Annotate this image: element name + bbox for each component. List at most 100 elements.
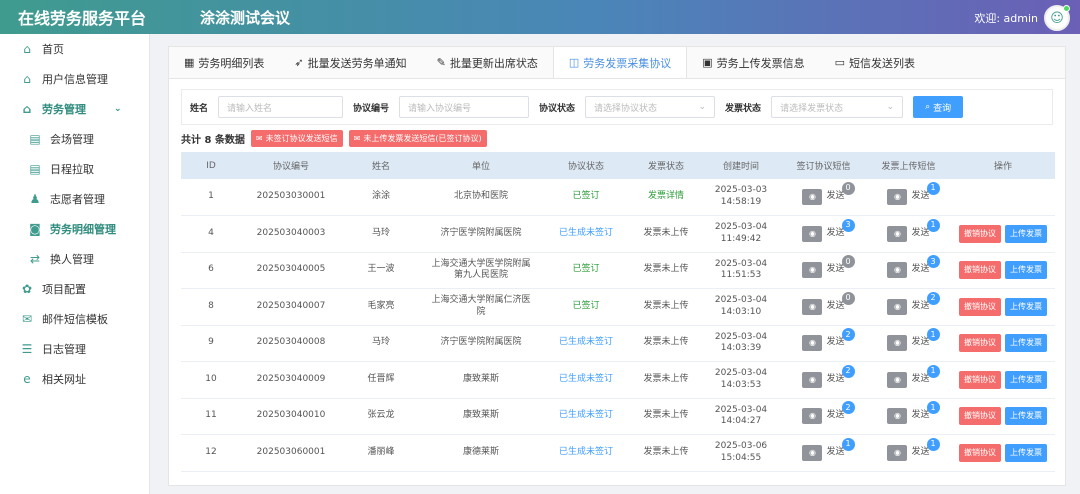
sidebar-item-9[interactable]: ✉ 邮件短信模板	[0, 304, 149, 334]
send-sms-control[interactable]: ◉ 发送 1	[887, 401, 940, 425]
sidebar-item-6[interactable]: ◙ 劳务明细管理	[0, 214, 149, 244]
avatar[interactable]: ☺	[1044, 5, 1070, 31]
sidebar-item-0[interactable]: ⌂ 首页	[0, 34, 149, 64]
eye-icon[interactable]: ◉	[802, 225, 823, 242]
invoice-status-select[interactable]: 请选择发票状态 ⌄	[771, 96, 904, 118]
sidebar-item-label: 日程拉取	[50, 163, 94, 176]
upload-invoice-button[interactable]: 上传发票	[1005, 297, 1047, 316]
sms-unsigned-button[interactable]: ✉ 未签订协议发送短信	[250, 130, 343, 147]
sidebar-item-5[interactable]: ♟ 志愿者管理	[0, 184, 149, 214]
sidebar-item-2[interactable]: ⌂ 劳务管理 ⌄	[0, 94, 149, 124]
send-sms-control[interactable]: ◉ 发送 2	[802, 328, 855, 352]
tab-5[interactable]: ▭ 短信发送列表	[820, 47, 930, 78]
cell-id: 1	[181, 179, 241, 216]
send-sms-control[interactable]: ◉ 发送 1	[887, 182, 940, 205]
sidebar-item-7[interactable]: ⇄ 换人管理	[0, 244, 149, 274]
upload-invoice-button[interactable]: 上传发票	[1005, 370, 1047, 389]
upload-invoice-button[interactable]: 上传发票	[1005, 407, 1047, 426]
sidebar-item-11[interactable]: e 相关网址	[0, 364, 149, 394]
send-sms-control[interactable]: ◉ 发送 1	[887, 437, 940, 461]
eye-icon[interactable]: ◉	[887, 262, 908, 279]
cell-no: 202503040003	[241, 215, 341, 253]
menu-icon: ⌂	[23, 42, 31, 56]
eye-icon[interactable]: ◉	[887, 225, 908, 242]
sms-cell: ◉ 发送 1	[781, 434, 866, 472]
sms-no-invoice-button[interactable]: ✉ 未上传发票发送短信(已签订协议)	[348, 130, 487, 147]
sidebar-item-1[interactable]: ⌂ 用户信息管理	[0, 64, 149, 94]
column-header: 发票上传短信	[866, 152, 951, 179]
name-input[interactable]: 请输入姓名	[218, 96, 344, 118]
revoke-agreement-button[interactable]: 撤销协议	[959, 334, 1001, 353]
tab-0[interactable]: ▦ 劳务明细列表	[169, 47, 279, 78]
column-header: 发票状态	[631, 152, 701, 179]
upload-invoice-button[interactable]: 上传发票	[1005, 224, 1047, 243]
upload-invoice-button[interactable]: 上传发票	[1005, 443, 1047, 462]
eye-icon[interactable]: ◉	[887, 189, 908, 205]
eye-icon[interactable]: ◉	[887, 371, 908, 388]
tab-2[interactable]: ✎ 批量更新出席状态	[422, 47, 553, 78]
ops-cell: 撤销协议 上传发票	[951, 398, 1055, 435]
cell-time: 2025-03-04 11:51:53	[701, 252, 781, 289]
send-sms-control[interactable]: ◉ 发送 0	[802, 182, 855, 205]
eye-icon[interactable]: ◉	[887, 444, 908, 461]
send-sms-control[interactable]: ◉ 发送 1	[802, 437, 855, 461]
user-box[interactable]: 欢迎: admin ☺	[974, 5, 1070, 31]
cell-invoice: 发票未上传	[631, 252, 701, 289]
eye-icon[interactable]: ◉	[887, 298, 908, 315]
cell-name: 涂涂	[341, 179, 421, 216]
revoke-agreement-button[interactable]: 撤销协议	[959, 407, 1001, 426]
name-label: 姓名	[190, 103, 209, 114]
send-sms-control[interactable]: ◉ 发送 1	[887, 218, 940, 242]
sidebar-item-3[interactable]: ▤ 会场管理	[0, 124, 149, 154]
send-sms-control[interactable]: ◉ 发送 1	[887, 364, 940, 388]
upload-invoice-button[interactable]: 上传发票	[1005, 334, 1047, 353]
send-sms-control[interactable]: ◉ 发送 1	[887, 328, 940, 352]
tab-4[interactable]: ▣ 劳务上传发票信息	[687, 47, 819, 78]
eye-icon[interactable]: ◉	[802, 298, 823, 315]
tab-icon: ◫	[568, 56, 580, 69]
sidebar-item-10[interactable]: ☰ 日志管理	[0, 334, 149, 364]
count-badge: 0	[841, 255, 855, 269]
tab-3[interactable]: ◫ 劳务发票采集协议	[552, 47, 688, 78]
send-sms-control[interactable]: ◉ 发送 0	[802, 291, 855, 315]
send-sms-control[interactable]: ◉ 发送 3	[802, 218, 855, 242]
revoke-agreement-button[interactable]: 撤销协议	[959, 297, 1001, 316]
agreement-status-select[interactable]: 请选择协议状态 ⌄	[585, 96, 716, 118]
sidebar-item-4[interactable]: ▤ 日程拉取	[0, 154, 149, 184]
send-sms-control[interactable]: ◉ 发送 2	[802, 364, 855, 388]
cell-status: 已签订	[541, 252, 631, 289]
revoke-agreement-button[interactable]: 撤销协议	[959, 224, 1001, 243]
eye-icon[interactable]: ◉	[802, 335, 823, 352]
count-badge: 0	[841, 291, 855, 305]
menu-icon: ◙	[29, 222, 41, 236]
column-header: 姓名	[341, 152, 421, 179]
send-sms-control[interactable]: ◉ 发送 3	[887, 255, 940, 279]
eye-icon[interactable]: ◉	[802, 371, 823, 388]
eye-icon[interactable]: ◉	[802, 189, 823, 205]
upload-invoice-button[interactable]: 上传发票	[1005, 261, 1047, 280]
cell-unit: 上海交通大学附属仁济医 院	[421, 288, 541, 326]
eye-icon[interactable]: ◉	[802, 444, 823, 461]
send-label: 发送	[826, 373, 845, 384]
column-header: 签订协议短信	[781, 152, 866, 179]
eye-icon[interactable]: ◉	[802, 408, 823, 425]
send-sms-control[interactable]: ◉ 发送 2	[887, 291, 940, 315]
sidebar-item-8[interactable]: ✿ 项目配置	[0, 274, 149, 304]
revoke-agreement-button[interactable]: 撤销协议	[959, 261, 1001, 280]
send-sms-control[interactable]: ◉ 发送 0	[802, 255, 855, 279]
cell-invoice[interactable]: 发票详情	[631, 179, 701, 216]
agreement-status-label: 协议状态	[539, 103, 576, 114]
eye-icon[interactable]: ◉	[802, 262, 823, 279]
send-sms-control[interactable]: ◉ 发送 2	[802, 401, 855, 425]
agreement-no-input[interactable]: 请输入协议编号	[399, 96, 530, 118]
ops-cell	[951, 179, 1055, 216]
revoke-agreement-button[interactable]: 撤销协议	[959, 370, 1001, 389]
sms-cell: ◉ 发送 0	[781, 179, 866, 216]
menu-icon: ▤	[29, 132, 41, 146]
tab-1[interactable]: ➶ 批量发送劳务单通知	[279, 47, 421, 78]
query-button[interactable]: ⌕ 查询	[913, 96, 964, 118]
summary-bar: 共计 8 条数据 ✉ 未签订协议发送短信 ✉ 未上传发票发送短信(已签订协议)	[181, 130, 1053, 147]
eye-icon[interactable]: ◉	[887, 335, 908, 352]
eye-icon[interactable]: ◉	[887, 408, 908, 425]
revoke-agreement-button[interactable]: 撤销协议	[959, 443, 1001, 462]
